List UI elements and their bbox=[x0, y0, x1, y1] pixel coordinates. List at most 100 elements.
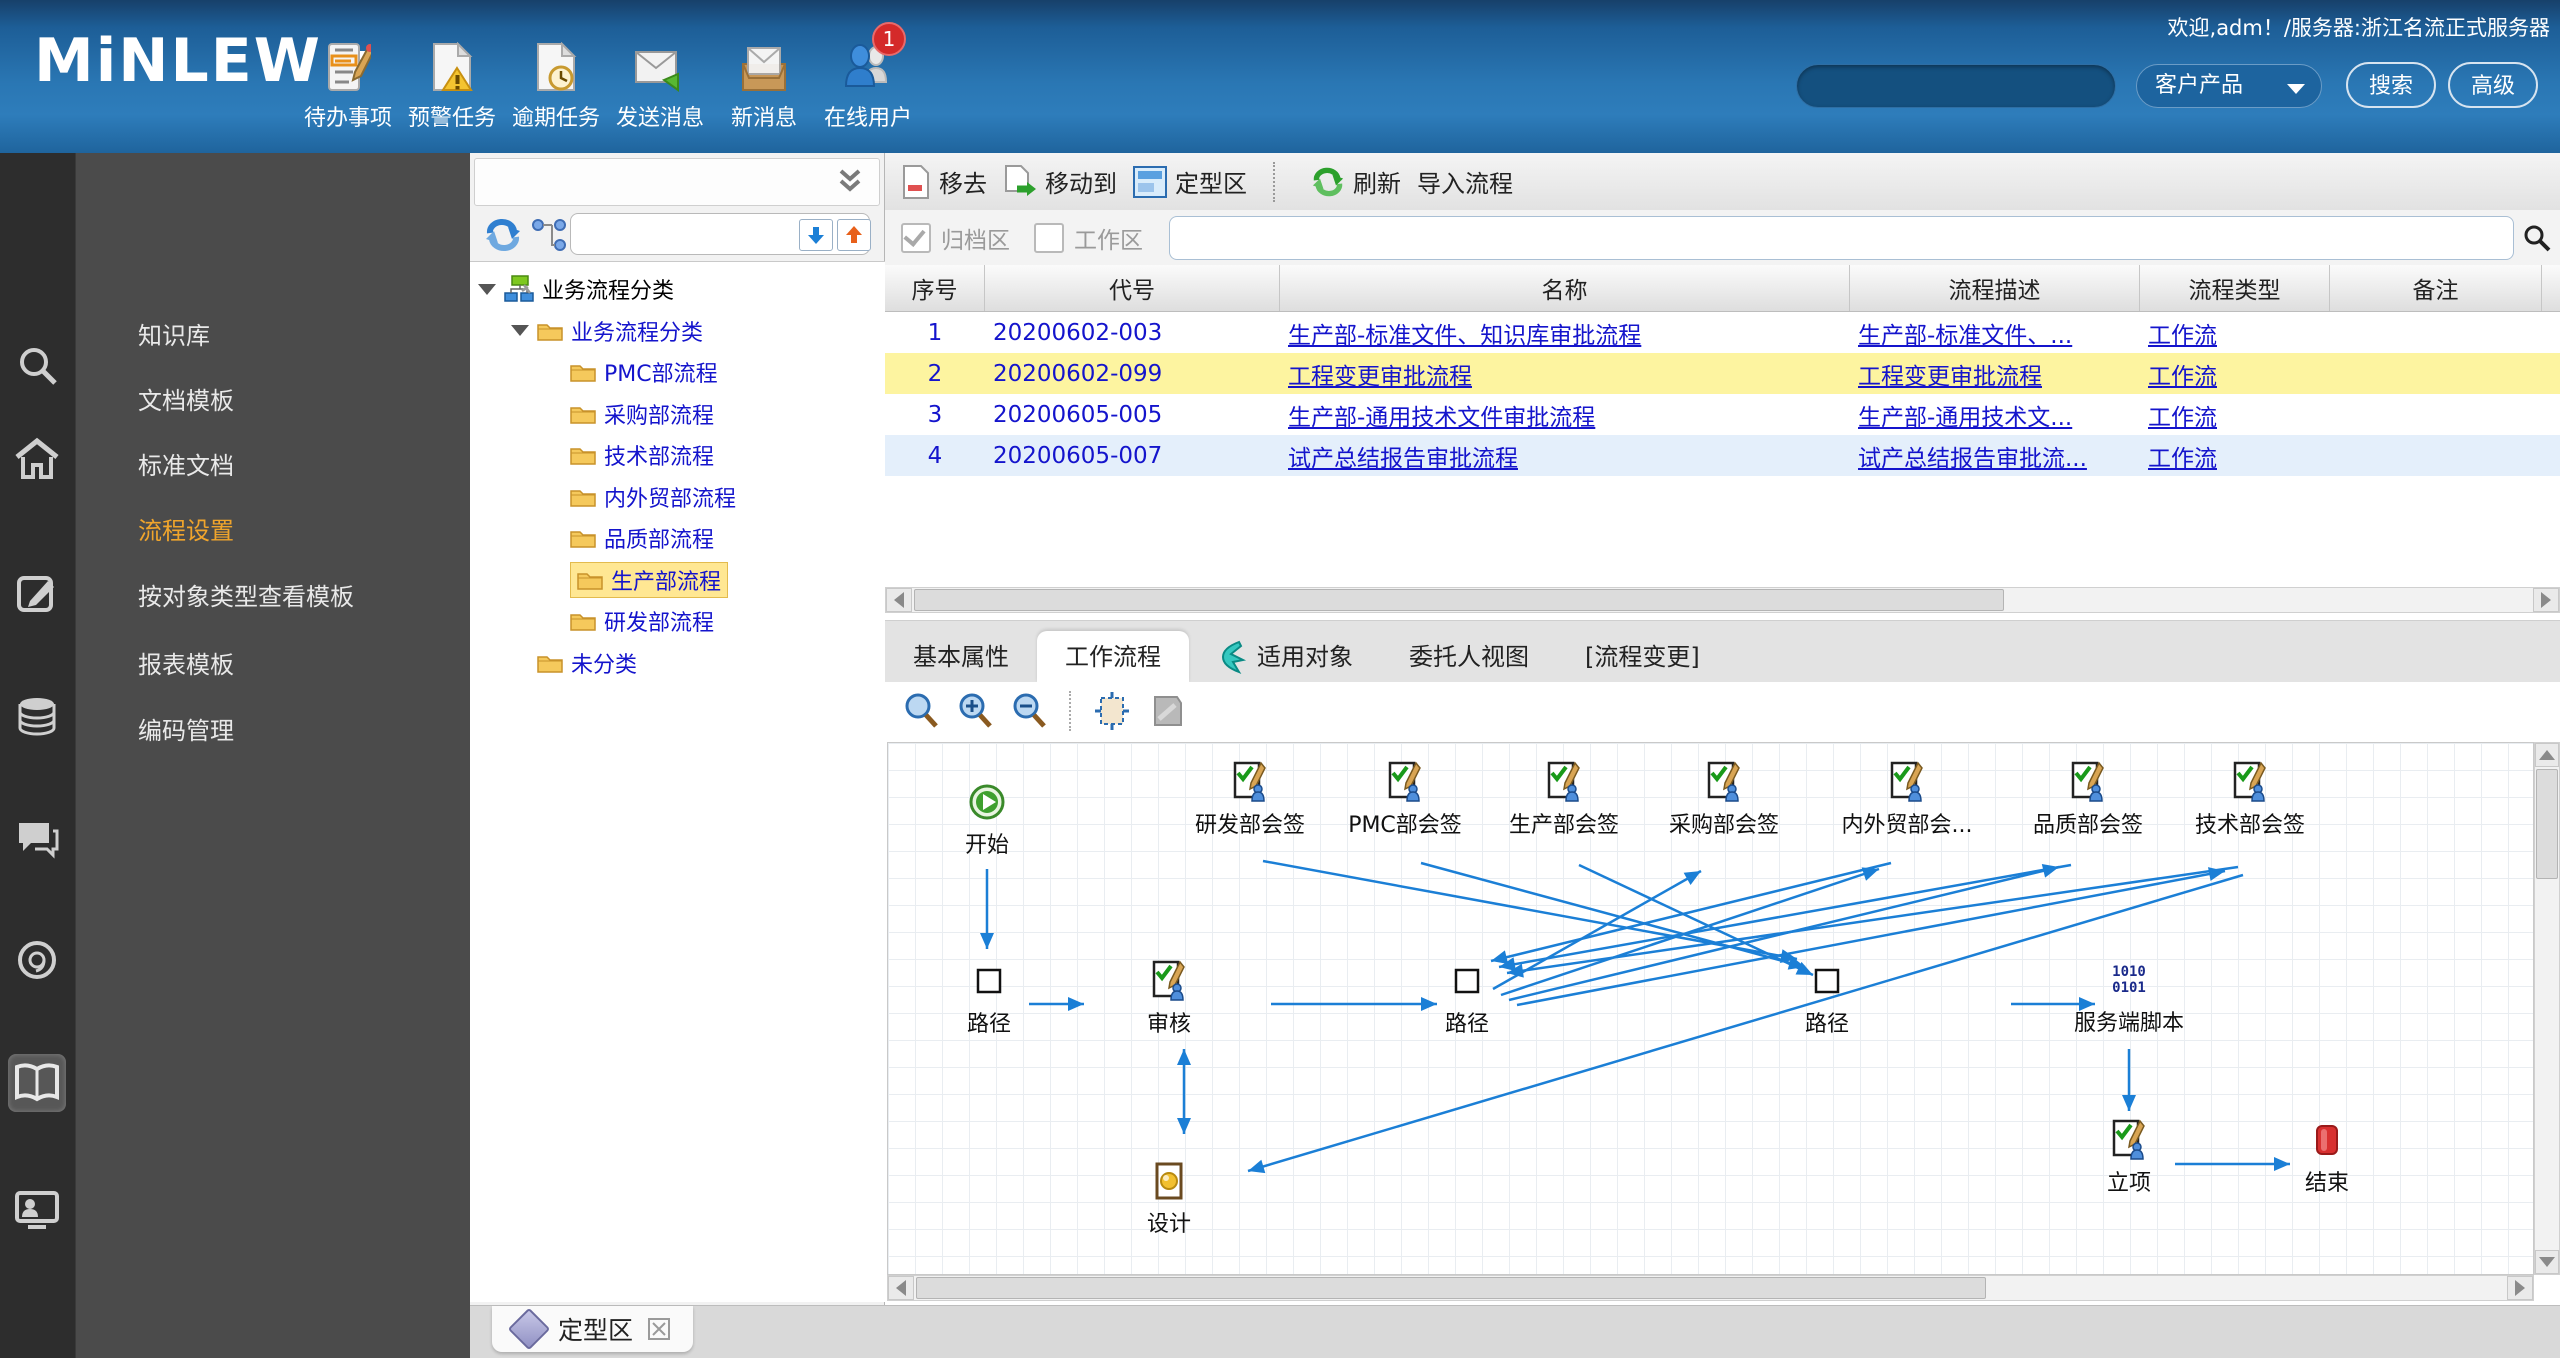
nav-online[interactable]: 在线用户 1 bbox=[816, 22, 920, 132]
rail-search-icon[interactable] bbox=[8, 336, 66, 394]
remove-button[interactable]: 移去 bbox=[901, 164, 987, 199]
table-h-scrollbar[interactable] bbox=[885, 587, 2560, 613]
workflow-node-sign-prod[interactable]: 生产部会签 bbox=[1489, 759, 1639, 839]
advanced-button[interactable]: 高级 bbox=[2448, 62, 2538, 108]
table-row[interactable]: 3 20200605-005 生产部-通用技术文件审批流程 生产部-通用技术文... 工… bbox=[885, 394, 2560, 435]
canvas-v-scrollbar[interactable] bbox=[2534, 742, 2560, 1275]
tree-item-业务流程分类[interactable]: 业务流程分类 bbox=[478, 270, 674, 308]
nav-send[interactable]: 发送消息 bbox=[608, 34, 712, 132]
tree-item-业务流程分类[interactable]: 业务流程分类 bbox=[511, 312, 703, 350]
scope-dropdown[interactable]: 客户产品 bbox=[2136, 64, 2322, 108]
tab-适用对象[interactable]: 适用对象 bbox=[1189, 631, 1381, 683]
tree-refresh-icon[interactable] bbox=[484, 217, 522, 253]
tab-委托人视图[interactable]: 委托人视图 bbox=[1381, 631, 1557, 683]
rail-headset-icon[interactable] bbox=[8, 931, 66, 989]
tree-item-内外贸部流程[interactable]: 内外贸部流程 bbox=[544, 478, 736, 516]
rail-edit-icon[interactable] bbox=[8, 563, 66, 621]
tree-expand-arrow[interactable] bbox=[511, 325, 529, 336]
search-button[interactable]: 搜索 bbox=[2346, 62, 2436, 108]
close-icon[interactable] bbox=[647, 1317, 671, 1341]
archive-checkbox[interactable] bbox=[901, 222, 931, 253]
workflow-node-sign-pmc[interactable]: PMC部会签 bbox=[1330, 759, 1480, 839]
fixed-zone-button[interactable]: 定型区 bbox=[1133, 164, 1247, 199]
tree-filter-up-button[interactable] bbox=[837, 219, 871, 251]
workflow-node-design[interactable]: 设计 bbox=[1094, 1158, 1244, 1238]
workflow-node-path2[interactable]: 路径 bbox=[1392, 958, 1542, 1038]
cell-name[interactable]: 生产部-通用技术文件审批流程 bbox=[1280, 398, 1850, 432]
column-header-名称[interactable]: 名称 bbox=[1280, 265, 1850, 311]
workflow-node-sign-tech[interactable]: 技术部会签 bbox=[2175, 759, 2325, 839]
menu-item-3[interactable]: 流程设置 bbox=[76, 511, 471, 551]
table-row[interactable]: 2 20200602-099 工程变更审批流程 工程变更审批流程 工作流 bbox=[885, 353, 2560, 394]
tree-item-PMC部流程[interactable]: PMC部流程 bbox=[544, 353, 718, 391]
cell-name[interactable]: 试产总结报告审批流程 bbox=[1280, 439, 1850, 473]
column-header-流程描述[interactable]: 流程描述 bbox=[1850, 265, 2140, 311]
column-header-流程类型[interactable]: 流程类型 bbox=[2140, 265, 2330, 311]
tab-流程变更[interactable]: [流程变更] bbox=[1557, 631, 1728, 683]
tab-基本属性[interactable]: 基本属性 bbox=[885, 631, 1037, 683]
workflow-node-start[interactable]: 开始 bbox=[912, 779, 1062, 859]
scroll-thumb[interactable] bbox=[2536, 769, 2558, 879]
tree-expand-arrow[interactable] bbox=[478, 283, 496, 295]
tree-item-未分类[interactable]: 未分类 bbox=[511, 644, 637, 682]
nav-newmsg[interactable]: 新消息 bbox=[712, 34, 816, 132]
workzone-checkbox[interactable] bbox=[1034, 222, 1064, 253]
menu-item-0[interactable]: 知识库 bbox=[76, 316, 471, 356]
workflow-node-sign-rnd[interactable]: 研发部会签 bbox=[1175, 759, 1325, 839]
rail-home-icon[interactable] bbox=[8, 429, 66, 487]
rail-database-icon[interactable] bbox=[8, 689, 66, 747]
scroll-left-arrow[interactable] bbox=[886, 588, 912, 612]
workflow-node-script[interactable]: 1010 0101 服务端脚本 bbox=[2054, 957, 2204, 1037]
search-icon[interactable] bbox=[2522, 223, 2552, 253]
zoom-out-icon[interactable] bbox=[1011, 692, 1047, 730]
workflow-node-sign-quality[interactable]: 品质部会签 bbox=[2013, 759, 2163, 839]
canvas-h-scrollbar[interactable] bbox=[887, 1275, 2534, 1301]
column-header-代号[interactable]: 代号 bbox=[985, 265, 1280, 311]
column-header-备注[interactable]: 备注 bbox=[2330, 265, 2542, 311]
tree-item-生产部流程[interactable]: 生产部流程 bbox=[544, 561, 729, 599]
menu-item-2[interactable]: 标准文档 bbox=[76, 446, 471, 486]
tree-collapse-bar[interactable] bbox=[474, 158, 880, 206]
workflow-node-audit[interactable]: 审核 bbox=[1094, 958, 1244, 1038]
rail-chat-icon[interactable] bbox=[8, 809, 66, 867]
workflow-node-lixiang[interactable]: 立项 bbox=[2054, 1117, 2204, 1197]
zoom-reset-icon[interactable] bbox=[903, 692, 939, 730]
refresh-button[interactable]: 刷新 bbox=[1311, 164, 1401, 199]
tree-structure-icon[interactable] bbox=[532, 219, 566, 251]
workflow-node-path3[interactable]: 路径 bbox=[1752, 958, 1902, 1038]
scroll-right-arrow[interactable] bbox=[2533, 588, 2559, 612]
double-chevron-down-icon[interactable] bbox=[835, 167, 865, 195]
scroll-thumb[interactable] bbox=[916, 1277, 1986, 1299]
column-header-序号[interactable]: 序号 bbox=[885, 265, 985, 311]
nav-overdue[interactable]: 逾期任务 bbox=[504, 34, 608, 132]
cell-name[interactable]: 生产部-标准文件、知识库审批流程 bbox=[1280, 316, 1850, 350]
scroll-thumb[interactable] bbox=[914, 589, 2004, 611]
zoom-in-icon[interactable] bbox=[957, 692, 993, 730]
rail-monitor-user-icon[interactable] bbox=[8, 1181, 66, 1239]
scroll-down-arrow[interactable] bbox=[2535, 1250, 2559, 1274]
workflow-node-path1[interactable]: 路径 bbox=[914, 958, 1064, 1038]
nav-todo[interactable]: 待办事项 bbox=[296, 34, 400, 132]
menu-item-5[interactable]: 报表模板 bbox=[76, 645, 471, 685]
tab-工作流程[interactable]: 工作流程 bbox=[1037, 631, 1189, 683]
move-to-button[interactable]: 移动到 bbox=[1003, 164, 1117, 199]
workflow-canvas[interactable]: 开始 研发部会签 PMC部会签 生产部会签 采购部会签 内外贸部会... 品质部会签 技术部会… bbox=[887, 742, 2534, 1275]
menu-item-6[interactable]: 编码管理 bbox=[76, 711, 471, 751]
menu-item-1[interactable]: 文档模板 bbox=[76, 381, 471, 421]
print-icon[interactable] bbox=[1149, 693, 1185, 729]
tree-item-采购部流程[interactable]: 采购部流程 bbox=[544, 395, 714, 433]
tree-item-品质部流程[interactable]: 品质部流程 bbox=[544, 519, 714, 557]
workflow-node-end[interactable]: 结束 bbox=[2252, 1117, 2402, 1197]
cell-name[interactable]: 工程变更审批流程 bbox=[1280, 357, 1850, 391]
scroll-left-arrow[interactable] bbox=[888, 1276, 914, 1300]
header-search-input[interactable] bbox=[1796, 64, 2116, 108]
fit-page-icon[interactable] bbox=[1093, 692, 1131, 730]
tree-item-研发部流程[interactable]: 研发部流程 bbox=[544, 602, 714, 640]
workflow-node-sign-purch[interactable]: 采购部会签 bbox=[1649, 759, 1799, 839]
workflow-node-sign-trade[interactable]: 内外贸部会... bbox=[1832, 759, 1982, 839]
tree-item-技术部流程[interactable]: 技术部流程 bbox=[544, 436, 714, 474]
column-header-发[interactable]: 发 bbox=[2542, 265, 2560, 311]
table-search-input[interactable] bbox=[1169, 215, 2514, 260]
rail-book-icon[interactable] bbox=[8, 1054, 66, 1112]
tree-filter-down-button[interactable] bbox=[799, 219, 833, 251]
